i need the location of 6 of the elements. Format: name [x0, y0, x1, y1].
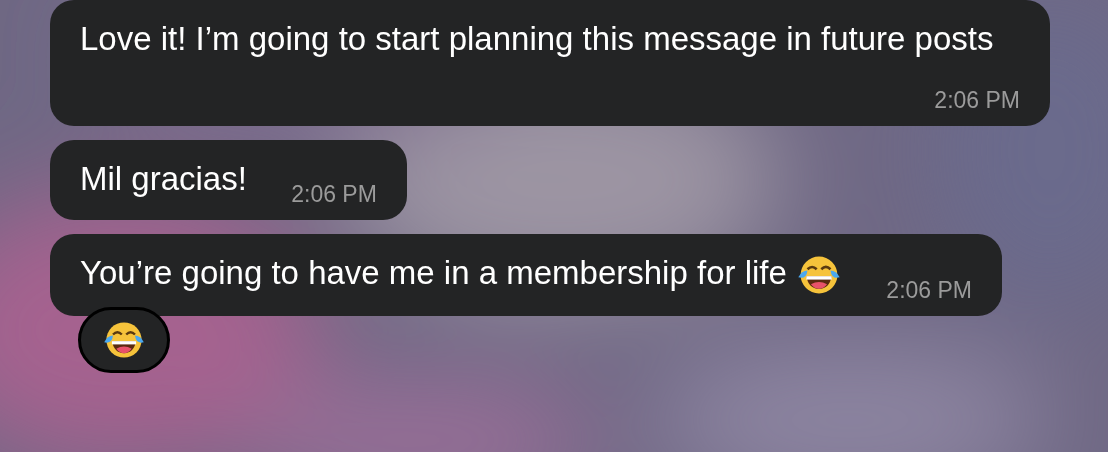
message-text: Mil gracias!: [80, 160, 247, 197]
message-time: 2:06 PM: [886, 276, 972, 305]
message-time: 2:06 PM: [291, 180, 377, 208]
message-text: Love it! I’m going to start planning this message in future posts: [80, 20, 994, 57]
message-time: 2:06 PM: [934, 86, 1020, 114]
message-text: You’re going to have me in a membership for life: [80, 254, 787, 291]
